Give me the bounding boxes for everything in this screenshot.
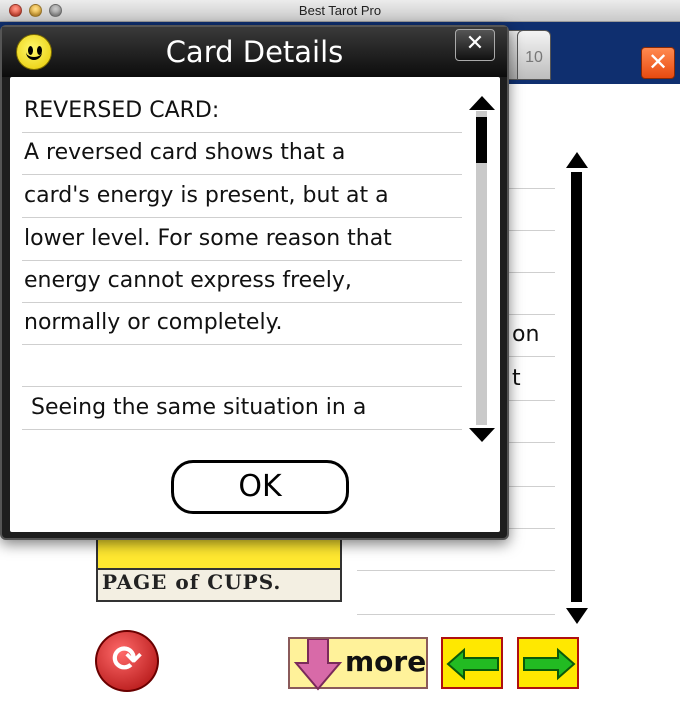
scroll-up-arrow-icon[interactable] [468,95,496,111]
scroll-down-arrow-icon[interactable] [565,606,589,626]
dialog-scroll-thumb[interactable] [476,117,487,163]
background-text-fragment: on [512,322,540,347]
dialog-title: Card Details [165,35,344,69]
dialog-scrollbar[interactable] [468,95,496,443]
left-arrow-icon [446,647,499,681]
bg-line [357,614,555,615]
down-arrow-icon [293,639,343,691]
right-arrow-icon [523,647,576,681]
more-button[interactable]: more [288,637,428,691]
next-button[interactable] [517,637,579,689]
text-line: energy cannot express freely, [22,261,462,303]
previous-button[interactable] [441,637,503,689]
tarot-card-image: PAGE of CUPS. [96,532,342,602]
text-line: card's energy is present, but at a [22,176,462,218]
dialog-header: Card Details ✕ [2,27,507,77]
text-line: REVERSED CARD: [22,91,462,133]
tab-10[interactable]: 10 [517,30,551,80]
main-scrollbar[interactable] [565,150,589,626]
text-line: lower level. For some reason that [22,219,462,261]
background-text-fragment: t [512,366,521,391]
text-line: A reversed card shows that a [22,133,462,175]
ok-button[interactable]: OK [171,460,349,514]
main-scroll-track[interactable] [571,172,582,602]
window-titlebar: Best Tarot Pro [0,0,680,22]
card-name-label: PAGE of CUPS. [102,570,282,594]
app-close-button[interactable]: ✕ [641,47,675,79]
dialog-body: REVERSED CARD: A reversed card shows tha… [10,77,500,532]
scroll-up-arrow-icon[interactable] [565,150,589,170]
window-title: Best Tarot Pro [298,3,382,18]
scroll-down-arrow-icon[interactable] [468,427,496,443]
more-label: more [345,645,427,678]
refresh-button[interactable]: ⟳ [95,630,159,692]
refresh-icon: ⟳ [111,639,143,680]
text-line: normally or completely. [22,303,462,345]
bg-line [357,570,555,571]
text-line: Seeing the same situation in a [22,388,462,430]
card-details-text[interactable]: REVERSED CARD: A reversed card shows tha… [22,91,462,445]
dialog-close-button[interactable]: ✕ [455,29,495,61]
card-details-dialog: Card Details ✕ REVERSED CARD: A reversed… [0,25,509,540]
text-line [22,345,462,387]
